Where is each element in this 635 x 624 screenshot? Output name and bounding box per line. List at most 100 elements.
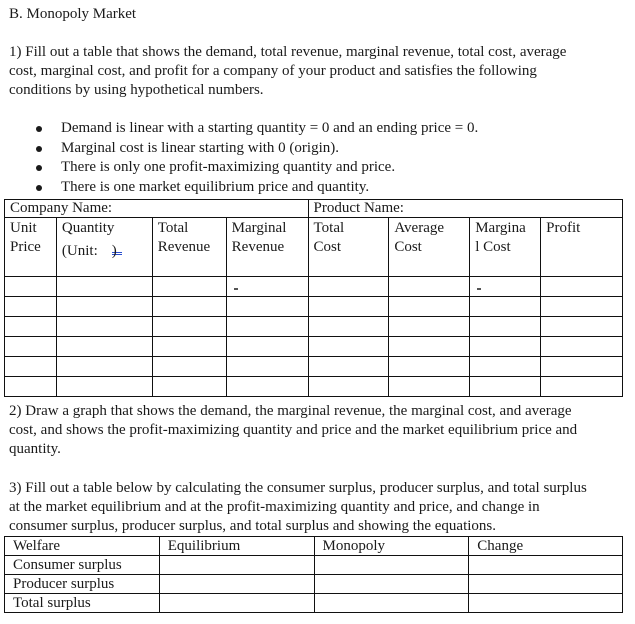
header-marginal-cost: Margina l Cost: [469, 217, 542, 277]
table-cell[interactable]: [4, 356, 57, 377]
section-title: B. Monopoly Market: [9, 6, 137, 22]
table-row: [4, 376, 623, 397]
condition-text: There is one market equilibrium price an…: [61, 178, 370, 195]
table-cell[interactable]: [468, 555, 623, 575]
table-cell[interactable]: [469, 276, 542, 297]
question-2-line: cost, and shows the profit-maximizing qu…: [9, 422, 578, 438]
question-1-line: cost, marginal cost, and profit for a co…: [9, 63, 537, 79]
bullet-icon: [36, 126, 42, 132]
table-cell[interactable]: [225, 336, 309, 357]
company-name-cell[interactable]: Company Name:: [4, 199, 309, 218]
question-3-line: 3) Fill out a table below by calculating…: [9, 480, 587, 496]
header-equilibrium: Equilibrium: [158, 536, 315, 556]
header-quantity: Quantity (Unit:): [55, 217, 153, 277]
dash-mark: [477, 288, 482, 290]
table-row: [4, 296, 623, 317]
table-cell[interactable]: [158, 574, 315, 594]
header-total-cost: Total Cost: [307, 217, 390, 277]
table-cell[interactable]: [540, 276, 623, 297]
table-cell[interactable]: [540, 376, 623, 397]
table-cell[interactable]: [540, 336, 623, 357]
table-cell[interactable]: [388, 316, 471, 337]
table-cell[interactable]: [307, 296, 390, 317]
product-name-label: Product Name:: [313, 200, 404, 216]
question-2-line: quantity.: [9, 441, 61, 457]
table-cell[interactable]: [307, 336, 390, 357]
table-row: [4, 276, 623, 297]
table-header-row: Welfare Equilibrium Monopoly Change: [4, 536, 623, 556]
question-1-line: 1) Fill out a table that shows the deman…: [9, 44, 567, 60]
condition-text: Demand is linear with a starting quantit…: [61, 120, 479, 136]
table-cell[interactable]: [4, 316, 57, 337]
table-cell[interactable]: [469, 376, 542, 397]
table-cell[interactable]: [158, 593, 315, 613]
question-2-text: 2) Draw a graph that shows the demand, t…: [9, 402, 629, 459]
table-cell[interactable]: [313, 593, 470, 613]
table-cell[interactable]: [225, 376, 309, 397]
table-cell[interactable]: [225, 276, 309, 297]
unit-input[interactable]: ): [98, 243, 122, 259]
table-cell[interactable]: [55, 296, 153, 317]
table-cell[interactable]: [151, 356, 227, 377]
table-cell[interactable]: [468, 593, 623, 613]
table-cell[interactable]: [55, 336, 153, 357]
table-cell[interactable]: [468, 574, 623, 594]
question-2-line: 2) Draw a graph that shows the demand, t…: [9, 403, 572, 419]
table-cell[interactable]: [540, 356, 623, 377]
table-cell[interactable]: [388, 376, 471, 397]
question-3-line: at the market equilibrium and at the pro…: [9, 499, 540, 515]
header-monopoly: Monopoly: [313, 536, 470, 556]
table-cell[interactable]: [151, 316, 227, 337]
table-cell[interactable]: [469, 336, 542, 357]
bullet-icon: [36, 145, 42, 152]
table-cell[interactable]: [307, 356, 390, 377]
question-3-text: 3) Fill out a table below by calculating…: [9, 479, 629, 536]
row-label-consumer-surplus: Consumer surplus: [4, 555, 160, 575]
table-cell[interactable]: [4, 376, 57, 397]
header-marginal-revenue: Marginal Revenue: [225, 217, 309, 277]
table-cell[interactable]: [469, 356, 542, 377]
table-cell[interactable]: [540, 316, 623, 337]
table-cell[interactable]: [151, 276, 227, 297]
table-cell[interactable]: [225, 356, 309, 377]
table-row: Total surplus: [4, 593, 623, 613]
table-row: [4, 356, 623, 377]
table-row: Producer surplus: [4, 574, 623, 594]
table-cell[interactable]: [225, 296, 309, 317]
table-cell[interactable]: [388, 356, 471, 377]
table-cell[interactable]: [55, 316, 153, 337]
header-change: Change: [468, 536, 623, 556]
table-cell[interactable]: [388, 276, 471, 297]
table-cell[interactable]: [540, 296, 623, 317]
table-cell[interactable]: [307, 276, 390, 297]
table-cell[interactable]: [158, 555, 315, 575]
question-3-line: consumer surplus, producer surplus, and …: [9, 518, 497, 534]
monopoly-table: Company Name: Product Name: Unit Price Qu…: [4, 199, 624, 397]
table-cell[interactable]: [55, 276, 153, 297]
table-cell[interactable]: [151, 376, 227, 397]
table-cell[interactable]: [55, 376, 153, 397]
condition-text: Marginal cost is linear starting with 0 …: [61, 139, 340, 156]
table-cell[interactable]: [225, 316, 309, 337]
table-cell[interactable]: [307, 376, 390, 397]
table-cell[interactable]: [307, 316, 390, 337]
table-cell[interactable]: [55, 356, 153, 377]
table-cell[interactable]: [4, 276, 57, 297]
row-label-producer-surplus: Producer surplus: [4, 574, 160, 594]
table-cell[interactable]: [313, 555, 470, 575]
table-cell[interactable]: [388, 296, 471, 317]
condition-item: There is one market equilibrium price an…: [0, 178, 478, 198]
table-cell[interactable]: [4, 336, 57, 357]
table-cell[interactable]: [151, 296, 227, 317]
header-unit-price: Unit Price: [4, 217, 57, 277]
dash-mark: [233, 288, 238, 290]
table-cell[interactable]: [469, 316, 542, 337]
table-cell[interactable]: [4, 296, 57, 317]
condition-item: Marginal cost is linear starting with 0 …: [0, 139, 478, 159]
table-cell[interactable]: [313, 574, 470, 594]
question-1-line: conditions by using hypothetical numbers…: [9, 82, 264, 98]
table-cell[interactable]: [151, 336, 227, 357]
table-cell[interactable]: [469, 296, 542, 317]
product-name-cell[interactable]: Product Name:: [308, 199, 624, 218]
table-cell[interactable]: [388, 336, 471, 357]
